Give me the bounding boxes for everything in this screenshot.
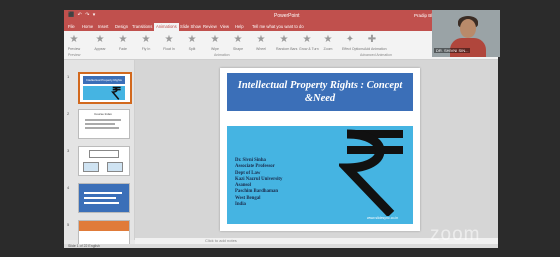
effect-options-label: Effect Options bbox=[342, 47, 364, 51]
thumbnail-number: 1 bbox=[67, 74, 70, 79]
thumbnail-text-line bbox=[85, 119, 121, 121]
appear-icon[interactable]: ★ bbox=[94, 34, 106, 46]
random-bars-label: Random Bars bbox=[276, 47, 298, 51]
wheel-icon[interactable]: ★ bbox=[255, 34, 267, 46]
appear-label: Appear bbox=[94, 47, 106, 51]
grow-turn-label: Grow & Turn bbox=[299, 47, 319, 51]
slide-content-panel: Dr. Sivni Sinha Associate Professor Dept… bbox=[227, 126, 413, 224]
participant-face bbox=[460, 19, 476, 38]
effect-options-icon[interactable]: ✦ bbox=[344, 34, 356, 46]
fade-icon[interactable]: ★ bbox=[117, 34, 129, 46]
thumbnail-number: 3 bbox=[67, 148, 70, 153]
slide-thumbnail-2[interactable]: Course Index bbox=[78, 109, 130, 139]
thumbnail-text-line bbox=[84, 202, 119, 204]
window-title: PowerPoint bbox=[274, 12, 300, 19]
notes-placeholder: Click to add notes bbox=[205, 238, 237, 243]
tab-file[interactable]: File bbox=[68, 24, 75, 29]
tab-home[interactable]: Home bbox=[82, 24, 93, 29]
float-in-icon[interactable]: ★ bbox=[163, 34, 175, 46]
zoom-anim-label: Zoom bbox=[323, 47, 333, 51]
current-slide[interactable]: Intellectual Property Rights : Concept &… bbox=[220, 68, 420, 231]
slide-thumbnail-3[interactable] bbox=[78, 146, 130, 176]
wipe-icon[interactable]: ★ bbox=[209, 34, 221, 46]
zoom-anim-icon[interactable]: ★ bbox=[322, 34, 334, 46]
preview-icon[interactable]: ★ bbox=[68, 34, 80, 46]
grow-turn-icon[interactable]: ★ bbox=[301, 34, 313, 46]
thumbnail-text-line bbox=[84, 197, 116, 199]
thumbnail-number: 5 bbox=[67, 222, 70, 227]
random-bars-icon[interactable]: ★ bbox=[278, 34, 290, 46]
rupee-icon bbox=[339, 129, 403, 216]
diagram-box bbox=[83, 162, 99, 172]
quick-access-toolbar[interactable]: ⬛ ↶ ↷ ▾ bbox=[68, 12, 96, 18]
float-in-label: Float In bbox=[163, 47, 175, 51]
preview-button-label: Preview bbox=[67, 47, 81, 51]
thumbnail-number: 2 bbox=[67, 111, 70, 116]
wheel-label: Wheel bbox=[256, 47, 266, 51]
tab-animations[interactable]: Animations bbox=[154, 23, 179, 31]
slide-thumbnail-pane: 1 Intellectual Property Rights 2 Course … bbox=[64, 60, 135, 248]
shape-label: Shape bbox=[232, 47, 244, 51]
tab-design[interactable]: Design bbox=[115, 24, 128, 29]
tab-review[interactable]: Review bbox=[203, 24, 217, 29]
tab-view[interactable]: View bbox=[220, 24, 229, 29]
zoom-watermark: zoom bbox=[430, 224, 481, 245]
wipe-label: Wipe bbox=[211, 47, 219, 51]
slide-footer: www.slidesync.co.in bbox=[367, 216, 399, 220]
author-line: India bbox=[235, 202, 246, 208]
tab-transitions[interactable]: Transitions bbox=[132, 24, 152, 29]
split-icon[interactable]: ★ bbox=[186, 34, 198, 46]
thumbnail-text-line bbox=[85, 127, 119, 129]
fly-in-label: Fly In bbox=[141, 47, 151, 51]
author-block[interactable]: Dr. Sivni Sinha Associate Professor Dept… bbox=[235, 158, 282, 208]
thumbnail-number: 4 bbox=[67, 185, 70, 190]
add-animation-icon[interactable]: ✚ bbox=[366, 34, 378, 46]
diagram-box bbox=[89, 150, 119, 158]
thumbnail-background bbox=[79, 221, 129, 231]
split-label: Split bbox=[188, 47, 196, 51]
thumbnail-title: Course Index bbox=[94, 112, 112, 116]
thumbnail-text-line bbox=[85, 123, 115, 125]
tell-me-search[interactable]: Tell me what you want to do bbox=[252, 24, 304, 29]
group-label-preview: Preview bbox=[68, 53, 81, 57]
group-label-advanced: Advanced Animation bbox=[360, 53, 392, 57]
tab-insert[interactable]: Insert bbox=[98, 24, 108, 29]
shape-icon[interactable]: ★ bbox=[232, 34, 244, 46]
fly-in-icon[interactable]: ★ bbox=[140, 34, 152, 46]
slide-editing-canvas: Intellectual Property Rights : Concept &… bbox=[135, 60, 498, 240]
rupee-icon bbox=[111, 86, 121, 100]
slide-thumbnail-4[interactable] bbox=[78, 183, 130, 213]
group-label-animation: Animation bbox=[214, 53, 230, 57]
slide-thumbnail-1[interactable]: Intellectual Property Rights bbox=[78, 72, 132, 104]
add-animation-label: Add Animation bbox=[364, 47, 387, 51]
tab-help[interactable]: Help bbox=[235, 24, 244, 29]
author-line: Paschim Bardhaman bbox=[235, 189, 279, 195]
slide-title[interactable]: Intellectual Property Rights : Concept &… bbox=[227, 73, 413, 111]
diagram-box bbox=[107, 162, 123, 172]
webcam-thumbnail[interactable]: DR. SHIVNI SIN... bbox=[432, 10, 500, 57]
status-text: Slide 1 of 22 English bbox=[68, 243, 100, 248]
participant-name: DR. SHIVNI SIN... bbox=[434, 48, 471, 53]
thumbnail-text-line bbox=[84, 192, 122, 194]
fade-label: Fade bbox=[119, 47, 127, 51]
tab-slide-show[interactable]: Slide Show bbox=[180, 24, 201, 29]
thumbnail-title: Intellectual Property Rights bbox=[83, 76, 125, 84]
